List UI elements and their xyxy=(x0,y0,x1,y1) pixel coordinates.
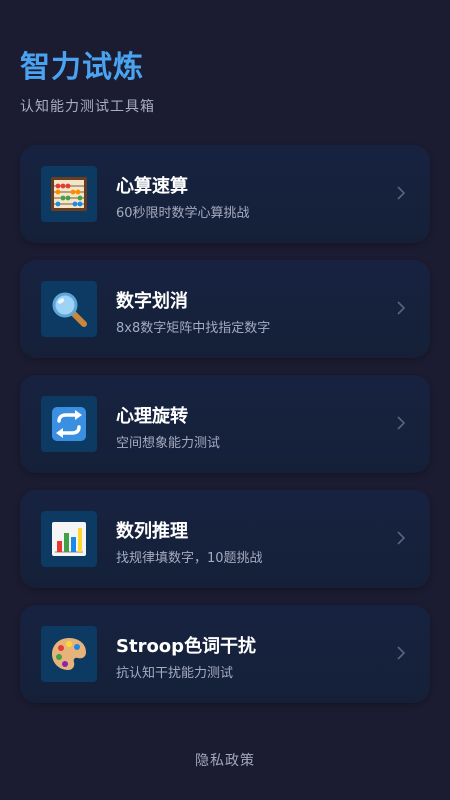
card-mental-math[interactable]: 心算速算 60秒限时数学心算挑战 xyxy=(20,145,430,243)
card-title: 心算速算 xyxy=(116,176,188,197)
card-description: 抗认知干扰能力测试 xyxy=(116,666,234,681)
chevron-right-icon xyxy=(394,527,408,549)
app-subtitle: 认知能力测试工具箱 xyxy=(20,99,155,115)
card-stroop[interactable]: Stroop色词干扰 抗认知干扰能力测试 xyxy=(20,605,430,703)
magnifier-icon xyxy=(41,281,97,337)
card-mental-rotation[interactable]: 心理旋转 空间想象能力测试 xyxy=(20,375,430,473)
chevron-right-icon xyxy=(394,642,408,664)
card-title: Stroop色词干扰 xyxy=(116,636,257,657)
palette-icon xyxy=(41,626,97,682)
bar-chart-icon xyxy=(41,511,97,567)
card-description: 空间想象能力测试 xyxy=(116,436,221,451)
card-number-cancellation[interactable]: 数字划消 8x8数字矩阵中找指定数字 xyxy=(20,260,430,358)
chevron-right-icon xyxy=(394,412,408,434)
card-title: 心理旋转 xyxy=(116,406,188,427)
rotate-arrows-icon xyxy=(41,396,97,452)
card-sequence-reasoning[interactable]: 数列推理 找规律填数字，10题挑战 xyxy=(20,490,430,588)
header: 智力试炼 认知能力测试工具箱 xyxy=(20,48,155,116)
abacus-icon xyxy=(41,166,97,222)
chevron-right-icon xyxy=(394,297,408,319)
card-description: 8x8数字矩阵中找指定数字 xyxy=(116,321,271,336)
test-card-list: 心算速算 60秒限时数学心算挑战 数字划消 8x8数字矩阵中找指定数字 心理旋转… xyxy=(20,145,430,720)
privacy-policy-link[interactable]: 隐私政策 xyxy=(0,750,450,770)
chevron-right-icon xyxy=(394,182,408,204)
app-title: 智力试炼 xyxy=(20,50,144,85)
card-description: 60秒限时数学心算挑战 xyxy=(116,206,250,221)
card-title: 数列推理 xyxy=(116,521,188,542)
card-title: 数字划消 xyxy=(116,291,188,312)
card-description: 找规律填数字，10题挑战 xyxy=(116,551,263,566)
